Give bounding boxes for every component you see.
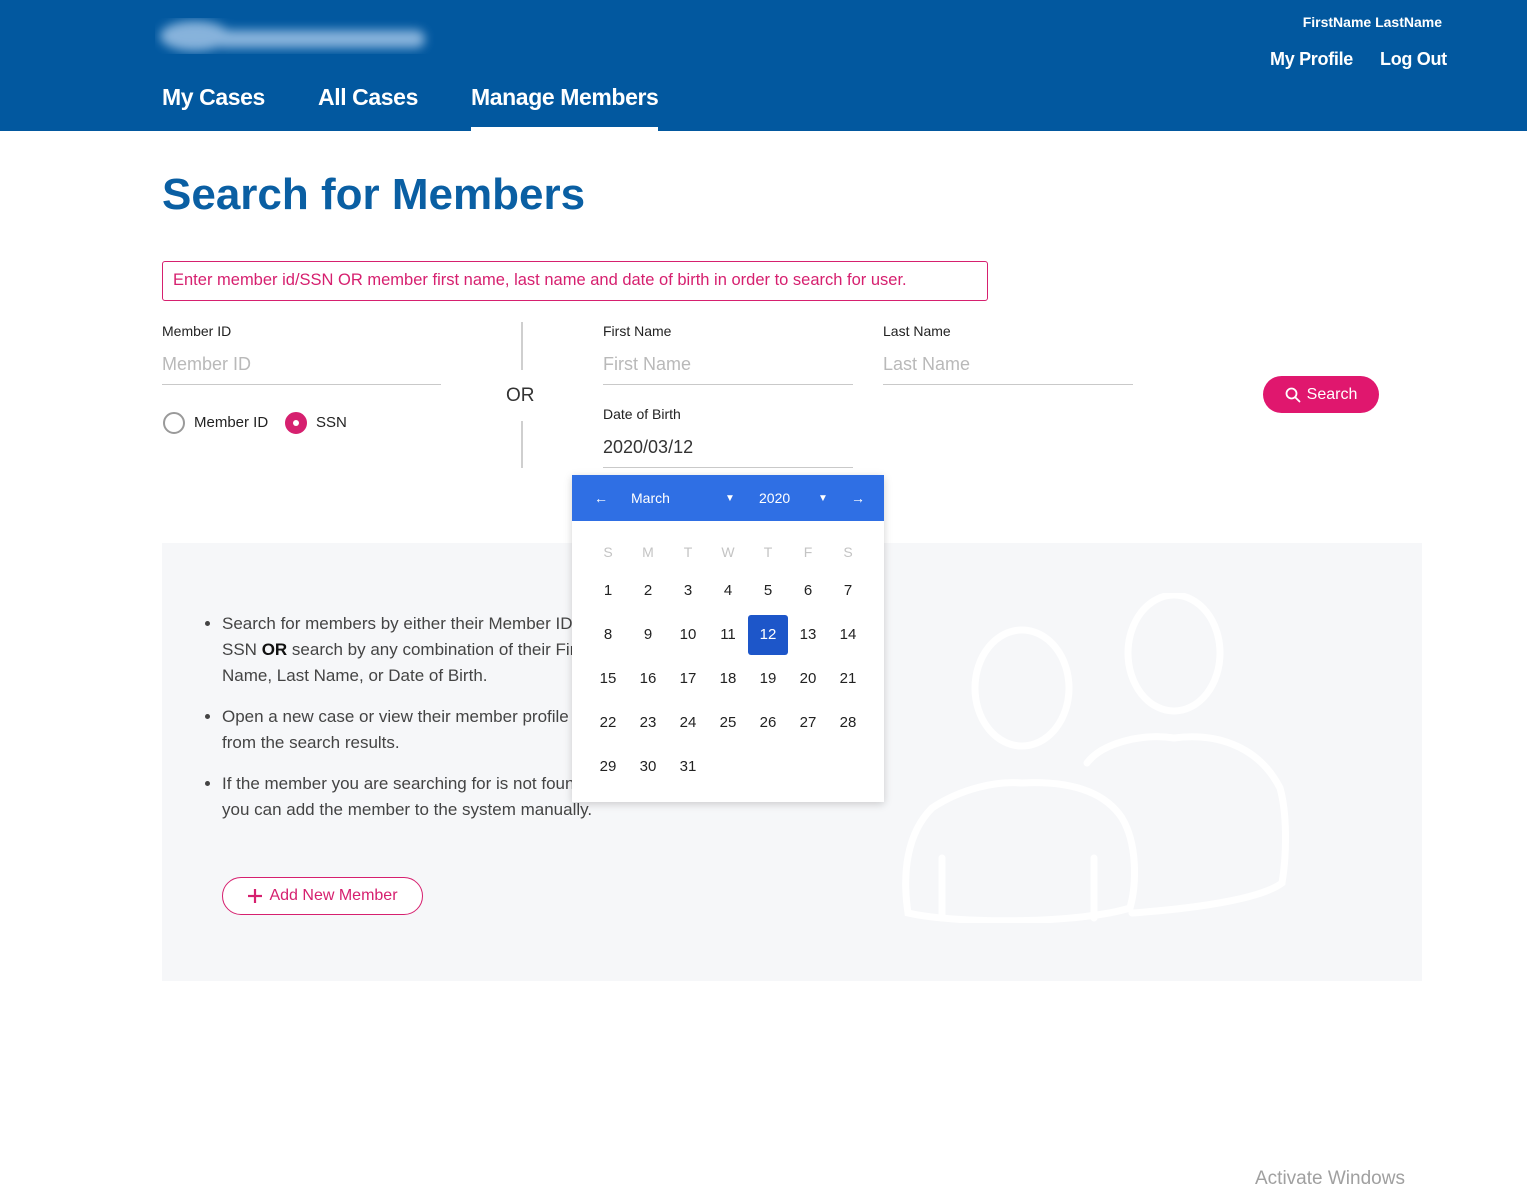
weekday-fri: F <box>803 544 813 560</box>
calendar-day[interactable]: 29 <box>588 747 628 787</box>
calendar-day[interactable]: 5 <box>748 571 788 611</box>
weekday-sat: S <box>843 544 853 560</box>
prev-month-arrow-icon[interactable]: ← <box>594 490 608 506</box>
calendar-day[interactable]: 23 <box>628 703 668 743</box>
radio-member-id-label: Member ID <box>194 414 269 431</box>
calendar-day[interactable]: 21 <box>828 659 868 699</box>
weekday-tue: T <box>683 544 693 560</box>
calendar-day[interactable]: 27 <box>788 703 828 743</box>
calendar-day[interactable]: 19 <box>748 659 788 699</box>
user-name: FirstName LastName <box>1302 14 1442 30</box>
dob-label: Date of Birth <box>603 406 681 422</box>
calendar-day[interactable]: 13 <box>788 615 828 655</box>
first-name-label: First Name <box>603 323 672 339</box>
calendar-day[interactable]: 28 <box>828 703 868 743</box>
info-item-search: Search for members by either their Membe… <box>222 611 602 689</box>
calendar-day[interactable]: 25 <box>708 703 748 743</box>
last-name-label: Last Name <box>883 323 951 339</box>
calendar-day[interactable]: 14 <box>828 615 868 655</box>
calendar-day[interactable]: 12 <box>748 615 788 655</box>
weekday-wed: W <box>721 544 735 560</box>
weekday-thu: T <box>763 544 773 560</box>
tab-my-cases[interactable]: My Cases <box>162 84 265 131</box>
calendar-day[interactable]: 16 <box>628 659 668 699</box>
calendar-day[interactable]: 4 <box>708 571 748 611</box>
calendar-day[interactable]: 30 <box>628 747 668 787</box>
month-dropdown-icon[interactable]: ▼ <box>725 493 735 504</box>
search-button-label: Search <box>1306 385 1358 403</box>
year-dropdown-icon[interactable]: ▼ <box>818 493 828 504</box>
activate-windows-watermark: Activate Windows <box>1255 1168 1405 1189</box>
calendar-day[interactable]: 18 <box>708 659 748 699</box>
info-item-open-case: Open a new case or view their member pro… <box>222 704 602 756</box>
calendar-day[interactable]: 22 <box>588 703 628 743</box>
weekday-sun: S <box>603 544 613 560</box>
calendar-day[interactable]: 20 <box>788 659 828 699</box>
date-picker-header: ← March ▼ 2020 ▼ → <box>572 475 884 521</box>
calendar-day[interactable]: 31 <box>668 747 708 787</box>
add-new-member-button[interactable]: Add New Member <box>222 877 423 915</box>
my-profile-link[interactable]: My Profile <box>1270 49 1353 70</box>
calendar-day[interactable]: 2 <box>628 571 668 611</box>
radio-member-id[interactable] <box>163 412 185 434</box>
year-select[interactable]: 2020 <box>759 490 790 506</box>
radio-ssn-label: SSN <box>316 414 347 431</box>
calendar-day[interactable]: 26 <box>748 703 788 743</box>
calendar-day[interactable]: 3 <box>668 571 708 611</box>
company-logo <box>160 21 425 51</box>
calendar-day[interactable]: 6 <box>788 571 828 611</box>
search-button[interactable]: Search <box>1263 376 1379 413</box>
calendar-day[interactable]: 17 <box>668 659 708 699</box>
plus-icon <box>248 889 263 903</box>
calendar-day[interactable]: 10 <box>668 615 708 655</box>
date-picker-popup: ← March ▼ 2020 ▼ → S M T W T F S 1234567… <box>572 475 884 802</box>
first-name-input[interactable] <box>603 345 853 385</box>
calendar-day[interactable]: 7 <box>828 571 868 611</box>
search-icon <box>1285 387 1301 402</box>
log-out-link[interactable]: Log Out <box>1380 49 1447 70</box>
search-instructions-notice: Enter member id/SSN OR member first name… <box>162 261 988 301</box>
calendar-day[interactable]: 8 <box>588 615 628 655</box>
page-title: Search for Members <box>162 170 586 219</box>
calendar-day[interactable]: 9 <box>628 615 668 655</box>
divider-bottom <box>521 421 523 468</box>
month-select[interactable]: March <box>631 490 670 506</box>
member-id-input[interactable] <box>162 345 441 385</box>
calendar-day[interactable]: 11 <box>708 615 748 655</box>
divider-top <box>521 322 523 370</box>
last-name-input[interactable] <box>883 345 1133 385</box>
info-list: Search for members by either their Membe… <box>222 611 602 838</box>
weekday-mon: M <box>642 544 654 560</box>
info-item-add-member: If the member you are searching for is n… <box>222 771 602 823</box>
members-illustration-icon <box>902 593 1289 923</box>
tab-manage-members[interactable]: Manage Members <box>471 84 659 131</box>
top-header: FirstName LastName My Profile Log Out My… <box>0 0 1527 131</box>
dob-input[interactable] <box>603 428 853 468</box>
calendar-day[interactable]: 24 <box>668 703 708 743</box>
tab-all-cases[interactable]: All Cases <box>318 84 418 131</box>
or-separator: OR <box>506 385 535 406</box>
calendar-day[interactable]: 1 <box>588 571 628 611</box>
next-month-arrow-icon[interactable]: → <box>851 490 865 506</box>
radio-ssn[interactable] <box>285 412 307 434</box>
add-new-member-label: Add New Member <box>269 887 398 904</box>
member-id-label: Member ID <box>162 323 232 339</box>
calendar-day[interactable]: 15 <box>588 659 628 699</box>
